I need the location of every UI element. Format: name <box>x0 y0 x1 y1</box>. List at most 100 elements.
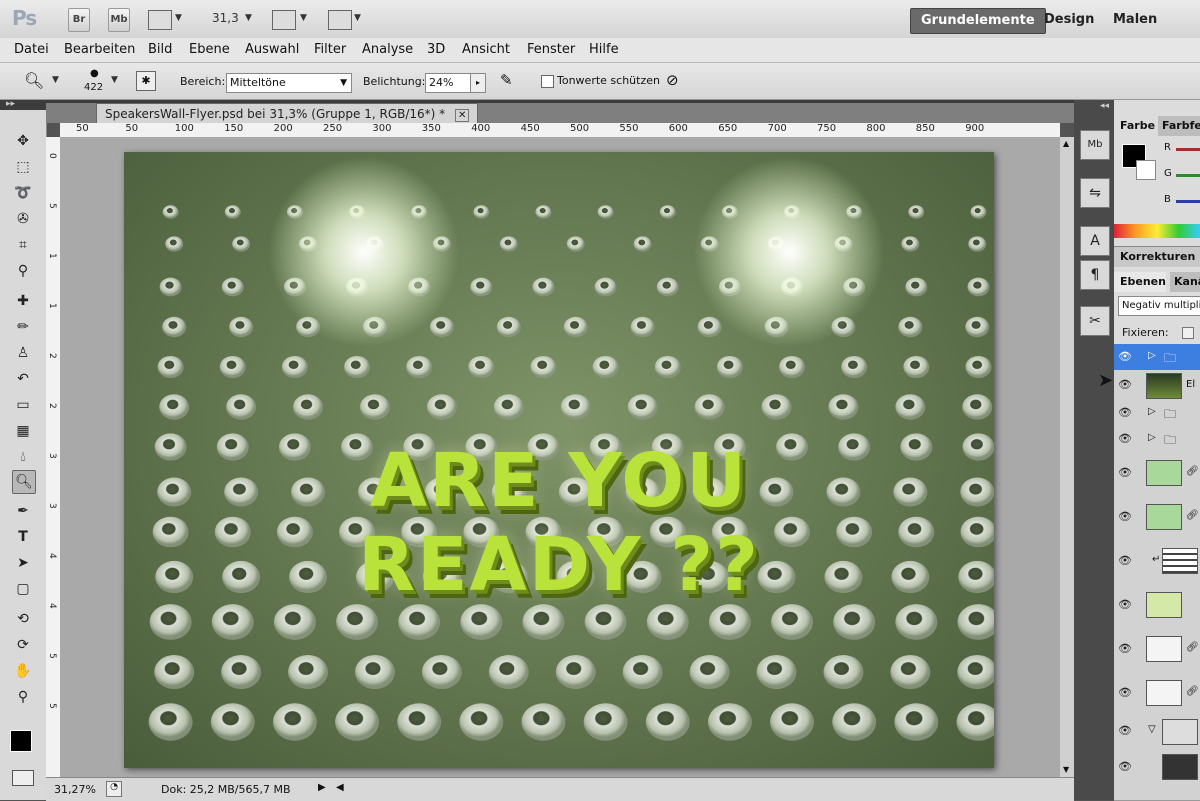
expand-triangle-icon[interactable]: ▽ <box>1148 724 1156 735</box>
history-brush-tool-icon[interactable]: ↶ <box>12 368 34 390</box>
bridge-button[interactable]: Br <box>68 8 90 32</box>
green-slider[interactable] <box>1176 174 1200 177</box>
menu-hilfe[interactable]: Hilfe <box>589 42 619 57</box>
lock-transparency-checkbox[interactable] <box>1182 327 1194 339</box>
scroll-left-icon[interactable]: ◀ <box>336 782 344 793</box>
view-extras-button[interactable] <box>148 10 172 30</box>
layer-row-group-active[interactable]: 👁︎ ▷ 🗀 <box>1114 344 1200 371</box>
menu-3d[interactable]: 3D <box>427 42 445 57</box>
marquee-tool-icon[interactable]: ⬚ <box>12 156 34 178</box>
status-zoom[interactable]: 31,27% <box>54 783 96 796</box>
chevron-down-icon[interactable]: ▼ <box>300 13 307 23</box>
tab-corrections[interactable]: Korrekturen <box>1114 246 1200 267</box>
visibility-eye-icon[interactable]: 👁︎ <box>1118 760 1132 773</box>
layer-row[interactable]: 👁︎ ▷ 🗀 <box>1114 400 1200 427</box>
tab-color[interactable]: Farbe <box>1120 116 1155 136</box>
zoom-tool-icon[interactable]: 🔍︎ <box>24 71 44 90</box>
range-select[interactable]: Mitteltöne ▼ <box>226 73 352 93</box>
3d-orbit-tool-icon[interactable]: ⟳ <box>12 634 34 656</box>
brush-tool-icon[interactable]: ✏ <box>12 316 34 338</box>
visibility-eye-icon[interactable]: 👁︎ <box>1118 432 1132 445</box>
expand-triangle-icon[interactable]: ▷ <box>1148 350 1156 361</box>
close-icon[interactable]: ✕ <box>454 109 470 122</box>
pressure-icon[interactable]: ⊘ <box>666 71 679 89</box>
move-tool-icon[interactable]: ✥ <box>12 130 34 152</box>
screen-mode-button[interactable] <box>328 10 352 30</box>
foreground-color-swatch[interactable] <box>10 730 32 752</box>
menu-filter[interactable]: Filter <box>314 42 346 57</box>
chevron-down-icon[interactable]: ▼ <box>354 13 361 23</box>
collapse-icon[interactable]: ◂◂ <box>1100 101 1109 111</box>
zoom-tool-icon[interactable]: ⚲ <box>12 686 34 708</box>
path-select-tool-icon[interactable]: ➤ <box>12 552 34 574</box>
layer-row[interactable]: 👁︎ 🔗︎ <box>1114 672 1200 717</box>
visibility-eye-icon[interactable]: 👁︎ <box>1118 724 1132 737</box>
healing-tool-icon[interactable]: ✚ <box>12 290 34 312</box>
color-spectrum[interactable] <box>1114 224 1200 238</box>
menu-ansicht[interactable]: Ansicht <box>462 42 510 57</box>
type-tool-icon[interactable]: T <box>12 526 34 548</box>
stamp-tool-icon[interactable]: ♙ <box>12 342 34 364</box>
layer-row[interactable]: 👁︎ 🔗︎ <box>1114 452 1200 497</box>
brush-preset-icon[interactable]: ● <box>90 68 99 79</box>
visibility-eye-icon[interactable]: 👁︎ <box>1118 642 1132 655</box>
status-info-icon[interactable]: ◔ <box>106 781 122 797</box>
brush-panel-icon[interactable]: ✱ <box>136 71 156 91</box>
visibility-eye-icon[interactable]: 👁︎ <box>1118 554 1132 567</box>
scroll-down-icon[interactable]: ▼ <box>1063 765 1069 774</box>
expand-triangle-icon[interactable]: ▷ <box>1148 432 1156 443</box>
mini-bridge-button[interactable]: Mb <box>108 8 130 32</box>
zoom-level[interactable]: 31,3 <box>212 11 239 25</box>
blend-mode-select[interactable]: Negativ multipli <box>1118 296 1200 316</box>
dodge-tool-icon[interactable]: 🔍︎ <box>12 470 36 494</box>
menu-datei[interactable]: Datei <box>14 42 49 57</box>
layer-row[interactable]: 👁︎ ↵ <box>1114 540 1200 585</box>
expand-triangle-icon[interactable]: ▷ <box>1148 406 1156 417</box>
visibility-eye-icon[interactable]: 👁︎ <box>1118 466 1132 479</box>
layer-row[interactable]: 👁︎ 🔗︎ <box>1114 628 1200 673</box>
blur-tool-icon[interactable]: 💧︎ <box>12 446 34 468</box>
layer-row[interactable]: 👁︎ ▷ 🗀 <box>1114 426 1200 453</box>
visibility-eye-icon[interactable]: 👁︎ <box>1118 510 1132 523</box>
chevron-down-icon[interactable]: ▼ <box>175 13 182 23</box>
visibility-eye-icon[interactable]: 👁︎ <box>1118 598 1132 611</box>
color-background-swatch[interactable] <box>1136 160 1156 180</box>
menu-bearbeiten[interactable]: Bearbeiten <box>64 42 135 57</box>
workspace-design[interactable]: Design <box>1044 8 1094 32</box>
shape-tool-icon[interactable]: ▢ <box>12 578 34 600</box>
crop-tool-icon[interactable]: ⌗ <box>12 234 34 256</box>
layer-row[interactable]: 👁︎ El <box>1114 370 1200 401</box>
workspace-grundelemente[interactable]: Grundelemente <box>910 8 1046 34</box>
pen-tool-icon[interactable]: ✒ <box>12 500 34 522</box>
scroll-up-icon[interactable]: ▲ <box>1063 139 1069 148</box>
paragraph-panel-icon[interactable]: ¶ <box>1080 260 1110 290</box>
workspace-malen[interactable]: Malen <box>1113 8 1157 32</box>
tab-swatches[interactable]: Farbfel <box>1158 116 1200 136</box>
visibility-eye-icon[interactable]: 👁︎ <box>1118 686 1132 699</box>
tab-layers[interactable]: Ebenen <box>1114 272 1166 292</box>
layer-row[interactable]: 👁︎ ▽ <box>1114 716 1200 747</box>
quick-select-tool-icon[interactable]: ✇ <box>12 208 34 230</box>
collapse-icon[interactable]: ▸▸ <box>6 99 15 109</box>
red-slider[interactable] <box>1176 148 1200 151</box>
layer-row[interactable]: 👁︎ <box>1114 746 1200 801</box>
vertical-scrollbar[interactable]: ▲ ▼ <box>1060 137 1074 777</box>
menu-analyse[interactable]: Analyse <box>362 42 413 57</box>
status-menu-icon[interactable]: ▶ <box>318 782 326 793</box>
exposure-slider-toggle[interactable]: ▸ <box>470 73 486 93</box>
eraser-tool-icon[interactable]: ▭ <box>12 394 34 416</box>
layer-row[interactable]: 👁︎ <box>1114 584 1200 629</box>
blue-slider[interactable] <box>1176 200 1200 203</box>
gradient-tool-icon[interactable]: ▦ <box>12 420 34 442</box>
tab-channels[interactable]: Kanä <box>1170 272 1200 292</box>
menu-auswahl[interactable]: Auswahl <box>245 42 299 57</box>
menu-bild[interactable]: Bild <box>148 42 172 57</box>
menu-fenster[interactable]: Fenster <box>527 42 575 57</box>
document-canvas[interactable]: ARE YOU READY ?? <box>124 152 994 768</box>
history-panel-icon[interactable]: ⇋ <box>1080 178 1110 208</box>
document-tab[interactable]: SpeakersWall-Flyer.psd bei 31,3% (Gruppe… <box>96 103 479 124</box>
3d-rotate-tool-icon[interactable]: ⟲ <box>12 608 34 630</box>
lasso-tool-icon[interactable]: ➰ <box>12 182 34 204</box>
character-panel-icon[interactable]: A <box>1080 226 1110 256</box>
hand-tool-icon[interactable]: ✋ <box>12 660 34 682</box>
